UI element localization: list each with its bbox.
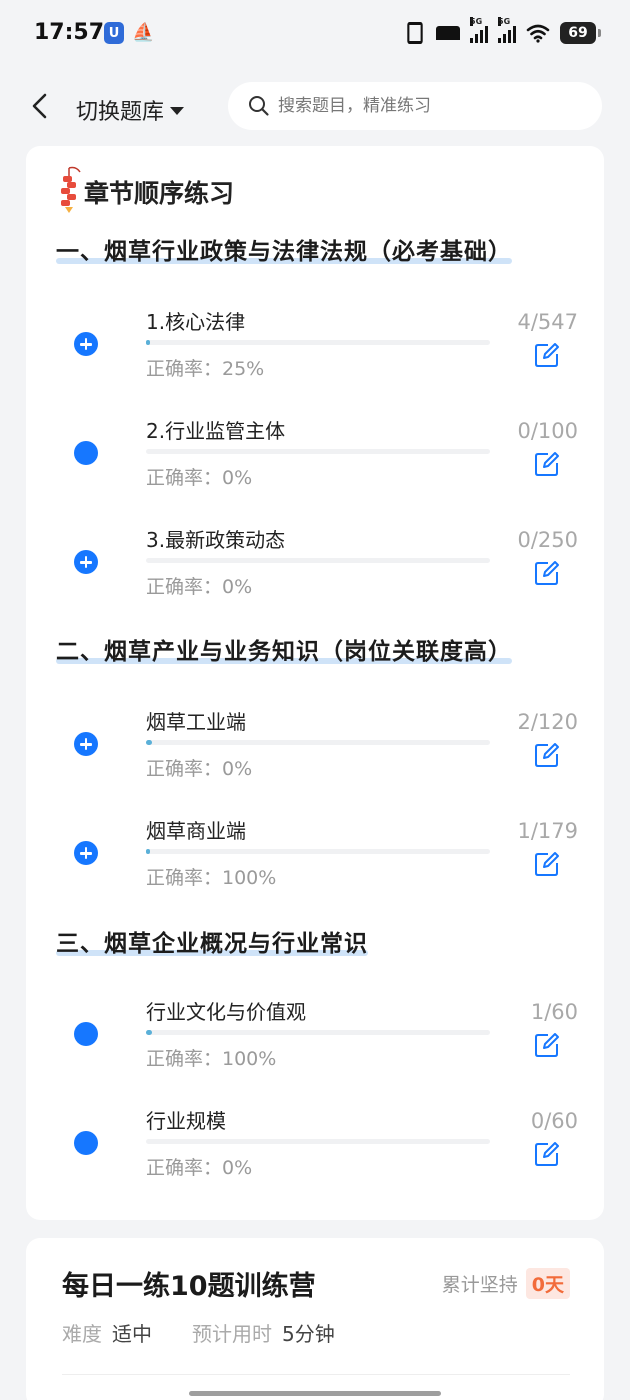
accuracy-label: 正确率：0% [146,576,253,598]
status-bar: 17:57 U ⛵ 5G 5G 69 [0,0,630,70]
chapter-item[interactable]: 1.核心法律 正确率：25% 4/547 [26,298,604,406]
expand-plus-icon[interactable] [74,841,98,865]
signal-icon-2: 5G [498,17,516,43]
battery-icon: 69 [560,22,601,44]
expand-plus-icon[interactable] [74,550,98,574]
time-label: 预计用时 [192,1322,272,1346]
caret-down-icon [170,107,185,115]
top-nav: 切换题库 [0,70,630,146]
question-count: 0/250 [517,528,578,552]
question-count: 2/120 [517,710,578,734]
firecracker-icon [61,166,81,213]
chapter-item[interactable]: 3.最新政策动态 正确率：0% 0/250 [26,516,604,624]
expand-plus-icon[interactable] [74,732,98,756]
search-bar[interactable] [228,82,602,130]
chapter-item[interactable]: 行业文化与价值观 正确率：100% 1/60 [26,988,604,1096]
section-heading-1: 一、烟草行业政策与法律法规（必考基础） [56,239,512,265]
progress-bar [146,558,490,563]
chapter-name[interactable]: 1.核心法律 [146,306,245,335]
progress-bar [146,740,490,745]
edit-practice-icon[interactable] [534,1032,560,1058]
chapter-name[interactable]: 行业规模 [146,1105,226,1134]
progress-bar [146,849,490,854]
search-icon [249,96,269,116]
question-count: 4/547 [517,310,578,334]
edit-practice-icon[interactable] [534,451,560,477]
edit-practice-icon[interactable] [534,742,560,768]
accuracy-label: 正确率：0% [146,758,253,780]
accuracy-label: 正确率：25% [146,358,265,380]
question-count: 0/60 [530,1109,578,1133]
chapter-item[interactable]: 烟草工业端 正确率：0% 2/120 [26,698,604,806]
daily-camp-card[interactable]: 每日一练10题训练营 累计坚持 0天 难度 适中 预计用时 5分钟 [26,1238,604,1400]
status-app-icons: U ⛵ [104,22,154,44]
camp-meta: 难度 适中 预计用时 5分钟 [62,1318,365,1347]
accuracy-label: 正确率：100% [146,1048,277,1070]
accuracy-label: 正确率：0% [146,467,253,489]
progress-bar [146,340,490,345]
accuracy-label: 正确率：100% [146,867,277,889]
chapter-name[interactable]: 烟草商业端 [146,815,246,844]
chapter-dot-icon[interactable] [74,441,98,465]
edit-practice-icon[interactable] [534,560,560,586]
chapter-dot-icon[interactable] [74,1022,98,1046]
chapter-practice-card: 章节顺序练习 一、烟草行业政策与法律法规（必考基础） 1.核心法律 正确率：25… [26,146,604,1220]
camp-title: 每日一练10题训练营 [62,1271,316,1302]
back-icon[interactable] [28,92,52,120]
chapter-dot-icon[interactable] [74,1131,98,1155]
section-heading-2: 二、烟草产业与业务知识（岗位关联度高） [56,639,512,665]
sleep-mode-icon [436,26,460,40]
signal-icon-1: 5G [470,17,488,43]
expand-plus-icon[interactable] [74,332,98,356]
section-heading-3: 三、烟草企业概况与行业常识 [56,931,368,957]
card-title: 章节顺序练习 [84,179,235,208]
progress-bar [146,449,490,454]
question-count: 0/100 [517,419,578,443]
chapter-name[interactable]: 烟草工业端 [146,706,246,735]
progress-bar [146,1139,490,1144]
shield-app-icon: U [104,22,124,44]
boat-app-icon: ⛵ [132,22,155,43]
home-indicator[interactable] [189,1391,441,1396]
edit-practice-icon[interactable] [534,342,560,368]
card-header: 章节顺序练习 [56,166,234,214]
chapter-item[interactable]: 2.行业监管主体 正确率：0% 0/100 [26,407,604,515]
switch-bank-label: 切换题库 [76,100,165,125]
streak-badge: 0天 [525,1268,570,1299]
vibrate-icon [407,22,423,44]
status-time: 17:57 [34,20,105,45]
switch-bank-dropdown[interactable]: 切换题库 [76,94,185,126]
time-value: 5分钟 [282,1322,335,1346]
streak-info: 累计坚持 0天 [442,1268,570,1299]
divider [62,1374,570,1375]
edit-practice-icon[interactable] [534,851,560,877]
chapter-name[interactable]: 3.最新政策动态 [146,524,285,553]
question-count: 1/179 [517,819,578,843]
edit-practice-icon[interactable] [534,1141,560,1167]
difficulty-value: 适中 [112,1322,152,1346]
question-count: 1/60 [530,1000,578,1024]
difficulty-label: 难度 [62,1322,102,1346]
accuracy-label: 正确率：0% [146,1157,253,1179]
chapter-item[interactable]: 烟草商业端 正确率：100% 1/179 [26,807,604,915]
streak-label: 累计坚持 [441,1274,518,1296]
wifi-icon [526,24,550,43]
status-indicators: 5G 5G 69 [404,17,601,44]
chapter-item[interactable]: 行业规模 正确率：0% 0/60 [26,1097,604,1205]
chapter-name[interactable]: 行业文化与价值观 [146,996,306,1025]
chapter-name[interactable]: 2.行业监管主体 [146,415,285,444]
search-input[interactable] [278,96,578,116]
progress-bar [146,1030,490,1035]
